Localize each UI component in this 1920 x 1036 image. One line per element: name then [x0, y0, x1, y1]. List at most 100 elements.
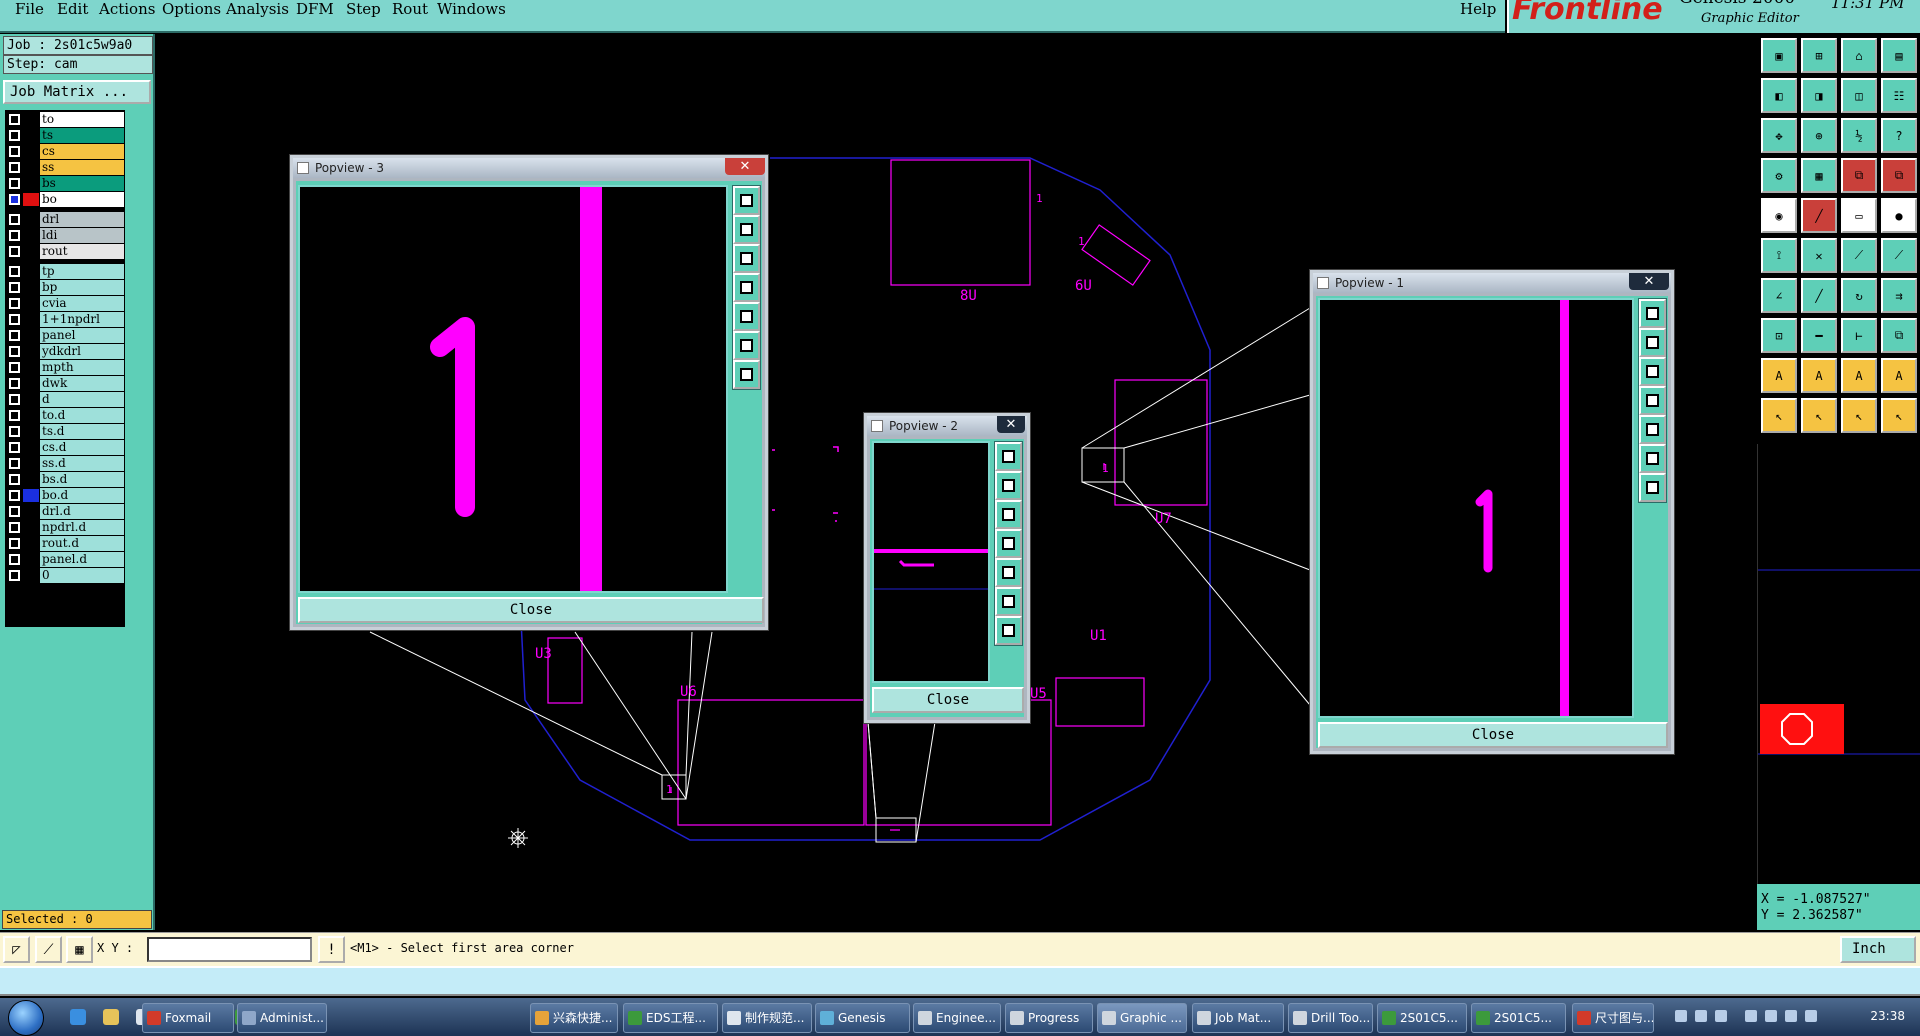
menu-help[interactable]: Help [1460, 0, 1496, 18]
zoom-in-icon[interactable] [733, 331, 760, 360]
layer-checkbox[interactable] [9, 330, 20, 341]
layer-name[interactable]: bs [40, 176, 124, 191]
layer-row[interactable]: npdrl.d [5, 520, 125, 535]
layer-color-swatch[interactable] [23, 569, 39, 582]
layer-checkbox[interactable] [9, 522, 20, 533]
close-icon[interactable]: ✕ [1629, 273, 1669, 290]
zoom-fit-icon[interactable] [733, 186, 760, 215]
layer-checkbox[interactable] [9, 490, 20, 501]
layer-name[interactable]: ss.d [40, 456, 124, 471]
layer-row[interactable]: cvia [5, 296, 125, 311]
taskbar-task[interactable]: EDS工程... [623, 1003, 718, 1033]
layer-name[interactable]: rout [40, 244, 124, 259]
ruler-icon[interactable]: ▭ [1841, 198, 1877, 233]
layer-row[interactable]: panel.d [5, 552, 125, 567]
layer-color-swatch[interactable] [23, 377, 39, 390]
layer-checkbox[interactable] [9, 314, 20, 325]
layer-name[interactable]: cs.d [40, 440, 124, 455]
rotate-icon[interactable]: ↻ [1841, 278, 1877, 313]
menu-edit[interactable]: Edit [57, 0, 88, 18]
pan-right-icon[interactable] [733, 302, 760, 331]
pan-up-icon[interactable] [733, 215, 760, 244]
ie-icon[interactable] [70, 1009, 86, 1025]
taskbar-task[interactable]: Progress [1005, 1003, 1093, 1033]
volume-icon[interactable] [1805, 1010, 1817, 1022]
layer-color-swatch[interactable] [23, 229, 39, 242]
pan-left-icon[interactable] [995, 529, 1022, 558]
layer-name[interactable]: 1+1npdrl [40, 312, 124, 327]
layer-name[interactable]: 0 [40, 568, 124, 583]
layer-row[interactable]: rout [5, 244, 125, 259]
popview-3-titlebar[interactable]: Popview - 3 ✕ [293, 158, 765, 178]
layer-row[interactable]: d [5, 392, 125, 407]
layer-row[interactable]: to.d [5, 408, 125, 423]
arc-icon[interactable]: ⟋ [1841, 238, 1877, 273]
layer-name[interactable]: d [40, 392, 124, 407]
layer-name[interactable]: to [40, 112, 124, 127]
menu-dfm[interactable]: DFM [296, 0, 334, 18]
layer-checkbox[interactable] [9, 426, 20, 437]
layer-color-swatch[interactable] [23, 409, 39, 422]
layer-row[interactable]: drl [5, 212, 125, 227]
text-c-icon[interactable]: A [1841, 358, 1877, 393]
select-add-icon[interactable]: ↖ [1801, 398, 1837, 433]
tray-icon-1[interactable] [1675, 1010, 1687, 1022]
layer-row[interactable]: 1+1npdrl [5, 312, 125, 327]
layer-row[interactable]: bo.d [5, 488, 125, 503]
select-icon[interactable]: ↖ [1761, 398, 1797, 433]
help-icon[interactable]: ? [1881, 118, 1917, 153]
layer-row[interactable]: to [5, 112, 125, 127]
layer-name[interactable]: ts [40, 128, 124, 143]
move-right-icon[interactable]: ◨ [1801, 78, 1837, 113]
menu-rout[interactable]: Rout [392, 0, 428, 18]
circle-icon[interactable]: ● [1881, 198, 1917, 233]
switch-icon[interactable]: ☷ [1881, 78, 1917, 113]
menu-actions[interactable]: Actions [99, 0, 155, 18]
layer-row[interactable]: cs.d [5, 440, 125, 455]
grid-view-icon[interactable]: ▦ [1801, 158, 1837, 193]
layer-name[interactable]: mpth [40, 360, 124, 375]
explorer-icon[interactable] [103, 1009, 119, 1025]
layer-checkbox[interactable] [9, 570, 20, 581]
popview-2-titlebar[interactable]: Popview - 2 ✕ [867, 416, 1027, 436]
tray-icon-4[interactable] [1745, 1010, 1757, 1022]
measure-icon[interactable]: ⟋ [35, 936, 62, 963]
layer-color-swatch[interactable] [23, 313, 39, 326]
layer-color-swatch[interactable] [23, 113, 39, 126]
taskbar-task[interactable]: Job Mat... [1192, 1003, 1284, 1033]
taskbar-task[interactable]: 2S01C5... [1471, 1003, 1566, 1033]
layer-checkbox[interactable] [9, 178, 20, 189]
slash-icon[interactable]: ╱ [1801, 278, 1837, 313]
layer-color-swatch[interactable] [23, 129, 39, 142]
layout-icon[interactable]: ▤ [1881, 38, 1917, 73]
zoom-fit-icon[interactable] [995, 442, 1022, 471]
add-pad-icon[interactable]: ⊡ [1761, 318, 1797, 353]
layer-row[interactable]: drl.d [5, 504, 125, 519]
zoom-center-icon[interactable]: ⊕ [1801, 118, 1837, 153]
layer-checkbox[interactable] [9, 410, 20, 421]
menu-step[interactable]: Step [346, 0, 381, 18]
tray-icon-3[interactable] [1715, 1010, 1727, 1022]
taskbar-task[interactable]: Genesis [815, 1003, 910, 1033]
cross-icon[interactable]: ✕ [1801, 238, 1837, 273]
layer-name[interactable]: dwk [40, 376, 124, 391]
taskbar-task[interactable]: Enginee... [913, 1003, 1001, 1033]
popview-3-view[interactable] [298, 185, 728, 593]
layer-color-swatch[interactable] [23, 265, 39, 278]
snap-icon[interactable]: ◸ [3, 936, 30, 963]
layer-checkbox[interactable] [9, 214, 20, 225]
layer-checkbox[interactable] [9, 442, 20, 453]
zoom-fit-icon[interactable] [1639, 299, 1666, 328]
pan-left-icon[interactable] [1639, 386, 1666, 415]
open-view-icon[interactable]: ▣ [1761, 38, 1797, 73]
zoom-home-icon[interactable]: ✥ [1761, 118, 1797, 153]
text-d-icon[interactable]: A [1881, 358, 1917, 393]
tray-icon-6[interactable] [1785, 1010, 1797, 1022]
taskbar-task[interactable]: Foxmail [142, 1003, 234, 1033]
tray-icon-2[interactable] [1695, 1010, 1707, 1022]
taskbar-task[interactable]: 兴森快捷... [530, 1003, 618, 1033]
popview-1-close-button[interactable]: Close [1318, 722, 1668, 748]
layer-color-swatch[interactable] [23, 361, 39, 374]
zoom-in-icon[interactable] [995, 587, 1022, 616]
layer-checkbox[interactable] [9, 114, 20, 125]
